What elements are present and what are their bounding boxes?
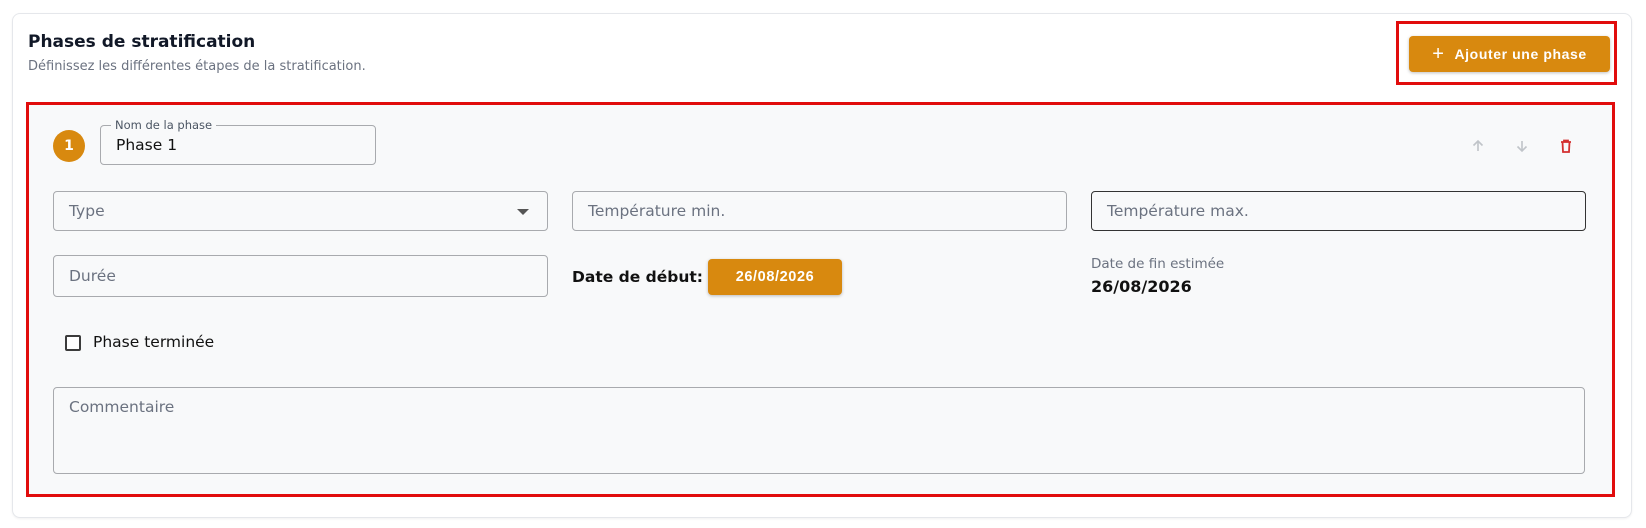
plus-icon: + xyxy=(1432,43,1445,65)
end-date-label: Date de fin estimée xyxy=(1091,256,1225,272)
duration-placeholder: Durée xyxy=(69,267,116,285)
comment-textarea[interactable]: Commentaire xyxy=(53,387,1585,474)
phase-name-field[interactable]: Nom de la phase Phase 1 xyxy=(100,118,376,165)
chevron-down-icon xyxy=(517,209,529,215)
trash-icon[interactable] xyxy=(1554,134,1578,158)
phase-completed-checkbox[interactable] xyxy=(65,335,81,351)
temp-max-field[interactable]: Température max. xyxy=(1091,191,1586,231)
section-subtitle: Définissez les différentes étapes de la … xyxy=(28,59,366,74)
comment-placeholder: Commentaire xyxy=(69,398,175,416)
temp-max-placeholder: Température max. xyxy=(1107,202,1249,220)
phase-completed-label[interactable]: Phase terminée xyxy=(93,333,214,351)
end-date-value: 26/08/2026 xyxy=(1091,277,1192,296)
add-phase-button[interactable]: + Ajouter une phase xyxy=(1409,36,1610,72)
move-down-icon[interactable] xyxy=(1510,134,1534,158)
start-date-label: Date de début: xyxy=(572,268,703,286)
duration-field[interactable]: Durée xyxy=(53,255,548,297)
add-phase-label: Ajouter une phase xyxy=(1454,46,1587,62)
temp-min-placeholder: Température min. xyxy=(588,202,726,220)
move-up-icon[interactable] xyxy=(1466,134,1490,158)
phase-name-value: Phase 1 xyxy=(116,136,178,154)
phase-number-badge: 1 xyxy=(53,130,85,162)
temp-min-field[interactable]: Température min. xyxy=(572,191,1067,231)
start-date-button[interactable]: 26/08/2026 xyxy=(708,259,842,295)
section-title: Phases de stratification xyxy=(28,32,256,52)
type-select[interactable]: Type xyxy=(53,191,548,231)
type-placeholder: Type xyxy=(69,202,105,220)
